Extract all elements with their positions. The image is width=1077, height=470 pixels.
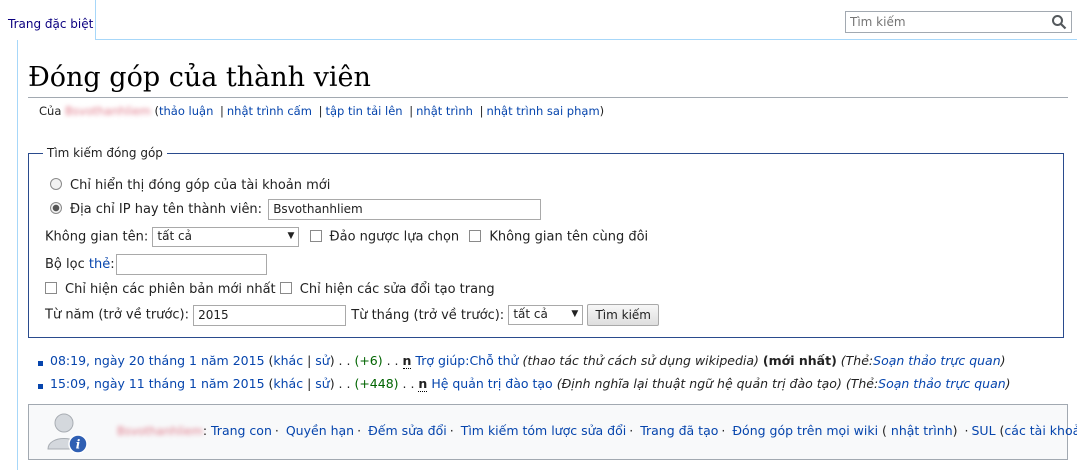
tab-special-page[interactable]: Trang đặc biệt (0, 0, 96, 40)
month-label: Từ tháng (trở về trước): (351, 307, 505, 323)
pages-created-link[interactable]: Trang đã tạo (640, 423, 718, 438)
tag-filter-input[interactable] (115, 254, 267, 275)
user-info-icon: i (47, 413, 88, 454)
latest-only-checkbox[interactable] (45, 282, 57, 294)
chevron-down-icon: ▼ (287, 231, 295, 241)
revision-time-link[interactable]: 15:09, ngày 11 tháng 1 năm 2015 (50, 376, 265, 391)
new-page-flag: n (402, 353, 412, 369)
uploads-link[interactable]: tập tin tải lên (325, 104, 402, 118)
row-options: Chỉ hiện các phiên bản mới nhất Chỉ hiện… (45, 282, 495, 297)
new-accounts-radio[interactable] (50, 178, 62, 190)
tag-suffix: ) (1005, 376, 1011, 391)
edit-summary-search-link[interactable]: Tìm kiếm tóm lược sửa đổi (461, 423, 627, 438)
svg-text:i: i (76, 438, 81, 452)
history-link[interactable]: sử (315, 376, 329, 391)
subtitle: Của Bsvothanhliem (thảo luận | nhật trình… (39, 104, 605, 118)
edit-count-link[interactable]: Đếm sửa đổi (368, 423, 447, 438)
page-link[interactable]: Trợ giúp:Chỗ thử (415, 353, 518, 368)
ip-user-radio[interactable] (50, 202, 62, 214)
search-box (845, 11, 1072, 33)
subpages-link[interactable]: Trang con (211, 423, 272, 438)
namespace-value: tất cả (157, 229, 192, 243)
subtitle-username[interactable]: Bsvothanhliem (65, 104, 151, 118)
top-bar: Trang đặc biệt (0, 0, 1077, 40)
size-diff: (+448) (354, 376, 399, 391)
month-select[interactable]: tất cả ▼ (508, 305, 584, 325)
tag-link[interactable]: Soạn thảo trực quan (878, 376, 1006, 391)
tag-prefix: (Thẻ: (845, 376, 879, 391)
user-tools-links: Bsvothanhliem: Trang con · Quyền hạn · Đếm… (117, 423, 1077, 438)
bullet (38, 361, 43, 366)
page-link[interactable]: Hệ quản trị đào tạo (431, 376, 552, 391)
latest-only-label: Chỉ hiện các phiên bản mới nhất (65, 282, 276, 297)
row-tag-filter: Bộ lọc thẻ: (45, 254, 267, 275)
row-namespace: Không gian tên: tất cả ▼ Đảo ngược lựa c… (45, 227, 648, 247)
year-input[interactable]: 2015 (193, 304, 347, 326)
sul-link[interactable]: SUL (971, 423, 995, 438)
row-ip-user: Địa chỉ IP hay tên thành viên: Bsvothanh… (50, 199, 542, 220)
list-item: 08:19, ngày 20 tháng 1 năm 2015 (khác | … (36, 353, 1076, 376)
talk-link[interactable]: thảo luận (159, 104, 213, 118)
filter-label: Bộ lọc (45, 257, 85, 272)
history-link[interactable]: sử (315, 353, 329, 368)
search-input[interactable] (846, 12, 1041, 32)
global-log-link[interactable]: nhật trình (891, 423, 953, 438)
page-title: Đóng góp của thành viên (28, 62, 1068, 98)
contributions-search-form: Tìm kiếm đóng góp Chỉ hiển thị đóng góp … (28, 146, 1064, 338)
namespace-label: Không gian tên: (45, 229, 149, 245)
diff-link[interactable]: khác (273, 353, 303, 368)
tag-prefix: (Thẻ: (840, 353, 874, 368)
chevron-down-icon: ▼ (571, 309, 579, 319)
invert-checkbox[interactable] (309, 229, 322, 242)
user-rights-link[interactable]: Quyền hạn (286, 423, 354, 438)
page-creations-checkbox[interactable] (279, 282, 292, 294)
diff-link[interactable]: khác (273, 376, 303, 391)
footer-username[interactable]: Bsvothanhliem (117, 424, 203, 438)
ip-user-label: Địa chỉ IP hay tên thành viên: (70, 202, 263, 217)
associated-label: Không gian tên cùng đôi (489, 229, 649, 245)
latest-marker: (mới nhất) (762, 353, 837, 368)
invert-label: Đảo ngược lựa chọn (329, 229, 460, 245)
new-page-flag: n (418, 376, 428, 392)
row-new-accounts: Chỉ hiển thị đóng góp của tài khoản mới (50, 178, 330, 193)
size-diff: (+6) (354, 353, 383, 368)
contributions-list: 08:19, ngày 20 tháng 1 năm 2015 (khác | … (36, 353, 1076, 399)
namespace-select[interactable]: tất cả ▼ (152, 227, 300, 247)
edit-summary: (thao tác thử cách sử dụng wikipedia) (522, 353, 759, 368)
user-tools-box: i Bsvothanhliem: Trang con · Quyền hạn · Đ… (28, 404, 1077, 460)
new-accounts-label: Chỉ hiển thị đóng góp của tài khoản mới (70, 178, 331, 193)
global-contribs-link[interactable]: Đóng góp trên mọi wiki (732, 423, 878, 438)
accounts-link[interactable]: các tài khoản (1004, 423, 1077, 438)
content-area: Đóng góp của thành viên Của Bsvothanhlie… (17, 40, 1077, 470)
page-creations-label: Chỉ hiện các sửa đổi tạo trang (299, 282, 495, 297)
bullet (38, 384, 43, 389)
logs-link[interactable]: nhật trình (416, 104, 473, 118)
tag-suffix: ) (1000, 353, 1006, 368)
subtitle-prefix: Của (39, 104, 62, 118)
tab-label: Trang đặc biệt (8, 17, 94, 31)
search-icon[interactable] (1051, 14, 1067, 30)
tag-link[interactable]: Soạn thảo trực quan (873, 353, 1001, 368)
block-log-link[interactable]: nhật trình cấm (227, 104, 312, 118)
edit-summary: (Định nghĩa lại thuật ngữ hệ quản trị đà… (556, 376, 842, 391)
list-item: 15:09, ngày 11 tháng 1 năm 2015 (khác | … (36, 376, 1076, 399)
associated-checkbox[interactable] (469, 229, 482, 242)
search-submit-button[interactable]: Tìm kiếm (587, 304, 659, 326)
form-legend: Tìm kiếm đóng góp (47, 146, 163, 160)
user-input[interactable]: Bsvothanhliem (268, 199, 542, 220)
month-value: tất cả (513, 307, 548, 321)
abuse-log-link[interactable]: nhật trình sai phạm (486, 104, 599, 118)
year-label: Từ năm (trở về trước): (45, 307, 189, 323)
revision-time-link[interactable]: 08:19, ngày 20 tháng 1 năm 2015 (50, 353, 265, 368)
row-date: Từ năm (trở về trước): 2015 Từ tháng (tr… (45, 304, 659, 326)
tag-link[interactable]: thẻ (89, 257, 110, 272)
